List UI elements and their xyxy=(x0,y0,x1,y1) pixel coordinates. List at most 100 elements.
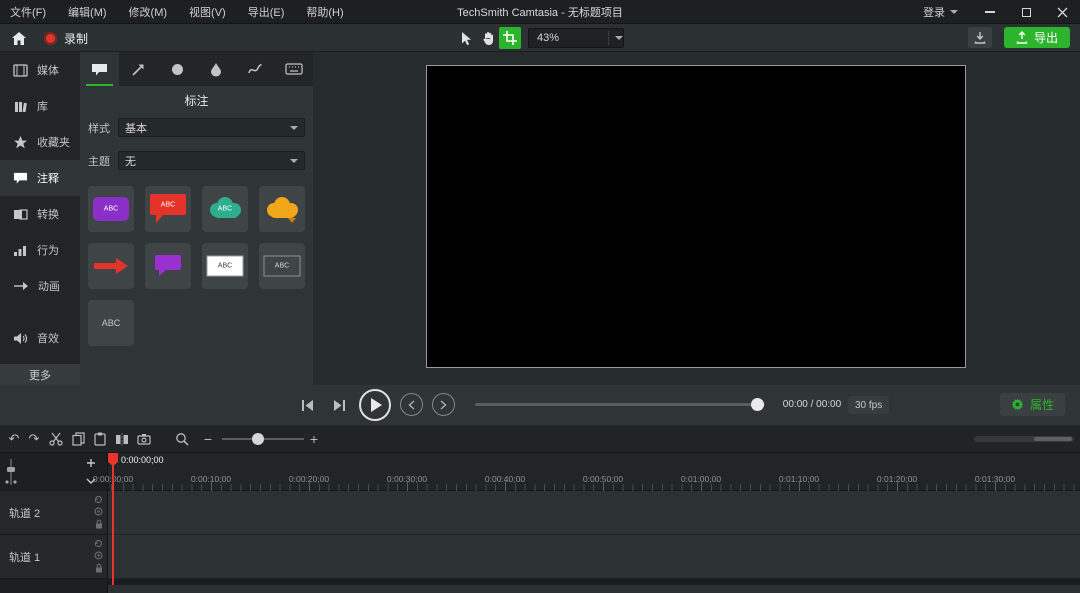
seek-slider[interactable] xyxy=(475,403,765,406)
undo-button[interactable]: ↶ xyxy=(6,431,22,447)
track-1-header[interactable]: 轨道 1 xyxy=(0,535,108,579)
pointer-tool-button[interactable] xyxy=(455,27,477,49)
tab-callouts[interactable] xyxy=(80,52,119,86)
thought-cloud-shape xyxy=(267,197,298,223)
track-2-lane[interactable] xyxy=(108,491,1080,535)
timeline-zoom-handle[interactable] xyxy=(252,433,264,445)
previous-frame-button[interactable] xyxy=(296,394,318,416)
chevron-left-icon xyxy=(408,399,415,410)
export-label: 导出 xyxy=(1033,31,1058,45)
menu-help[interactable]: 帮助(H) xyxy=(306,4,343,20)
redo-button[interactable]: ↷ xyxy=(26,431,42,447)
timeline-bottom-scrollbar[interactable] xyxy=(108,585,1080,593)
track-label: 轨道 2 xyxy=(9,507,41,520)
loop-icon[interactable] xyxy=(94,539,103,548)
add-track-button[interactable] xyxy=(82,456,100,470)
properties-button[interactable]: 属性 xyxy=(999,393,1065,416)
tab-shapes[interactable] xyxy=(158,52,197,86)
canvas-area[interactable] xyxy=(313,52,1080,385)
minimize-button[interactable] xyxy=(972,0,1008,24)
sidebar-item-label: 库 xyxy=(37,101,48,113)
play-button[interactable] xyxy=(359,389,391,421)
track-row: 轨道 1 xyxy=(0,535,1080,579)
timeline-zoom-button[interactable] xyxy=(174,431,190,447)
playhead-time: 0:00:00;00 xyxy=(121,455,164,465)
close-button[interactable] xyxy=(1044,0,1080,24)
style-dropdown[interactable]: 基本 xyxy=(118,118,305,137)
seek-slider-handle[interactable] xyxy=(751,398,764,411)
split-button[interactable] xyxy=(114,431,130,447)
track-1-lane[interactable] xyxy=(108,535,1080,579)
jump-back-button[interactable] xyxy=(400,393,423,416)
zoom-select[interactable]: 43% xyxy=(528,28,624,48)
sidebar-item-favorites[interactable]: 收藏夹 xyxy=(0,124,80,160)
menu-file[interactable]: 文件(F) xyxy=(10,4,46,20)
callout-thumb-speech-bubble[interactable]: ABC xyxy=(145,186,191,232)
menu-edit[interactable]: 编辑(M) xyxy=(68,4,107,20)
playhead-handle[interactable] xyxy=(108,453,118,466)
callout-thumb-rounded-rect[interactable]: ABC xyxy=(88,186,134,232)
fps-indicator[interactable]: 30 fps xyxy=(848,396,890,414)
star-icon xyxy=(13,135,28,149)
collapse-tracks-button[interactable] xyxy=(82,474,100,488)
menu-view[interactable]: 视图(V) xyxy=(189,4,226,20)
callout-thumb-arrow[interactable] xyxy=(88,243,134,289)
crop-tool-button[interactable] xyxy=(499,27,521,49)
maximize-button[interactable] xyxy=(1008,0,1044,24)
zoom-out-button[interactable]: − xyxy=(200,431,216,447)
cut-button[interactable] xyxy=(48,431,64,447)
sidebar-item-transitions[interactable]: 转换 xyxy=(0,196,80,232)
sidebar-more-button[interactable]: 更多 xyxy=(0,364,80,385)
scrollbar-thumb[interactable] xyxy=(1034,437,1072,441)
lock-icon[interactable] xyxy=(95,563,103,573)
callout-thumb-outline-text[interactable]: ABC xyxy=(259,243,305,289)
home-button[interactable] xyxy=(8,27,30,49)
sidebar-item-annotations[interactable]: 注释 xyxy=(0,160,80,196)
sidebar-item-audio-effects[interactable]: 音效 xyxy=(0,320,80,356)
sidebar-item-media[interactable]: 媒体 xyxy=(0,52,80,88)
camera-icon xyxy=(137,434,151,445)
toggle-visibility-icon[interactable] xyxy=(94,551,103,560)
snapshot-button[interactable] xyxy=(136,431,152,447)
ruler-minor-ticks xyxy=(108,484,1080,491)
video-preview[interactable] xyxy=(426,65,966,368)
sidebar-item-behaviors[interactable]: 行为 xyxy=(0,232,80,268)
zoom-in-button[interactable]: + xyxy=(306,431,322,447)
callout-thumb-cloud-teal[interactable]: ABC xyxy=(202,186,248,232)
outline-box-shape xyxy=(263,255,301,277)
tab-keystrokes[interactable] xyxy=(274,52,313,86)
track-height-slider[interactable] xyxy=(4,457,18,487)
toggle-visibility-icon[interactable] xyxy=(94,507,103,516)
callout-thumb-text-box[interactable]: ABC xyxy=(202,243,248,289)
tab-arrows[interactable] xyxy=(119,52,158,86)
jump-forward-button[interactable] xyxy=(432,393,455,416)
menu-export[interactable]: 导出(E) xyxy=(248,4,285,20)
track-2-header[interactable]: 轨道 2 xyxy=(0,491,108,535)
menu-modify[interactable]: 修改(M) xyxy=(129,4,168,20)
pan-tool-button[interactable] xyxy=(477,27,499,49)
login-button[interactable]: 登录 xyxy=(923,4,958,20)
sidebar-item-animations[interactable]: 动画 xyxy=(0,268,80,304)
lock-icon[interactable] xyxy=(95,519,103,529)
record-button[interactable]: 录制 xyxy=(44,30,88,47)
copy-button[interactable] xyxy=(70,431,86,447)
next-frame-button[interactable] xyxy=(328,394,350,416)
loop-icon[interactable] xyxy=(94,495,103,504)
callout-thumb-cloud-orange[interactable] xyxy=(259,186,305,232)
timeline-horizontal-scrollbar[interactable] xyxy=(974,436,1074,442)
callout-thumb-bubble-purple[interactable] xyxy=(145,243,191,289)
tab-sketch-motion[interactable] xyxy=(235,52,274,86)
export-button[interactable]: 导出 xyxy=(1003,27,1070,48)
menu-items: 文件(F) 编辑(M) 修改(M) 视图(V) 导出(E) 帮助(H) xyxy=(10,0,344,24)
paste-button[interactable] xyxy=(92,431,108,447)
playhead[interactable] xyxy=(112,453,114,585)
theme-dropdown[interactable]: 无 xyxy=(118,151,305,170)
tab-blur[interactable] xyxy=(196,52,235,86)
annotation-tabs xyxy=(80,52,313,86)
theme-value: 无 xyxy=(125,155,136,168)
keyboard-tab-icon xyxy=(284,63,303,75)
download-button[interactable] xyxy=(967,27,992,48)
callout-thumb-plain-text[interactable]: ABC xyxy=(88,300,134,346)
style-label: 样式 xyxy=(88,122,110,135)
sidebar-item-library[interactable]: 库 xyxy=(0,88,80,124)
